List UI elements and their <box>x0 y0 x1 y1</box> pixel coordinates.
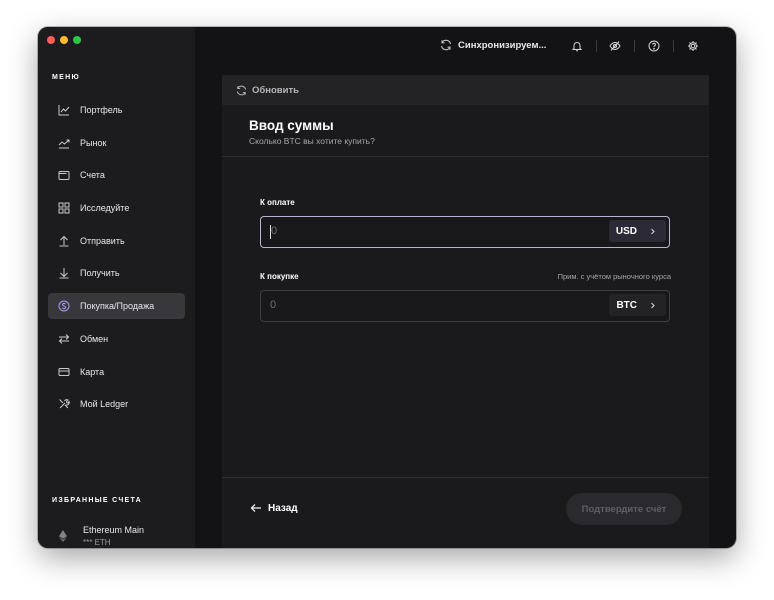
arrow-left-icon <box>250 504 261 512</box>
eye-off-icon[interactable] <box>609 39 621 51</box>
sidebar-item-label: Портфель <box>80 105 123 115</box>
ethereum-icon <box>56 529 70 543</box>
buy-panel: Обновить Ввод суммы Сколько BTC вы хотит… <box>222 75 709 548</box>
pay-amount-value: 0 <box>271 225 278 237</box>
arrow-up-icon <box>58 235 70 247</box>
sidebar-item-my-ledger[interactable]: Мой Ledger <box>48 391 185 417</box>
topbar-separator <box>673 40 674 52</box>
sidebar-item-market[interactable]: Рынок <box>48 130 185 156</box>
sidebar-item-accounts[interactable]: Счета <box>48 162 185 188</box>
receive-hint: Прим. с учётом рыночного курса <box>557 272 671 281</box>
top-bar: Синхронизируем... <box>195 27 736 67</box>
gear-icon[interactable] <box>687 39 699 51</box>
chevron-right-icon <box>651 228 655 234</box>
receive-label: К покупке <box>260 272 299 281</box>
sidebar-item-buy-sell[interactable]: Покупка/Продажа <box>48 293 185 320</box>
receive-currency-select[interactable]: BTC <box>609 294 666 316</box>
sync-icon <box>440 39 452 51</box>
sidebar-item-label: Рынок <box>80 137 107 148</box>
back-button[interactable]: Назад <box>250 502 298 514</box>
refresh-button[interactable]: Обновить <box>222 75 709 105</box>
wallet-icon <box>58 169 70 181</box>
chart-line-icon <box>58 104 70 116</box>
receive-amount-field[interactable]: 0 BTC <box>260 290 670 322</box>
grid-icon <box>58 202 70 214</box>
back-label: Назад <box>268 502 298 514</box>
pay-currency-select[interactable]: USD <box>608 220 666 242</box>
tools-icon <box>58 398 70 410</box>
receive-amount-value: 0 <box>270 299 277 311</box>
refresh-label: Обновить <box>252 84 299 96</box>
sidebar-item-card[interactable]: Карта <box>48 359 185 385</box>
sidebar-item-receive[interactable]: Получить <box>48 260 185 286</box>
header-divider <box>222 156 709 157</box>
sidebar-item-label: Отправить <box>80 235 125 246</box>
confirm-button[interactable]: Подтвердите счёт <box>566 493 682 525</box>
pay-amount-field[interactable]: 0 USD <box>260 216 670 248</box>
help-icon[interactable] <box>648 39 660 52</box>
topbar-separator <box>634 40 635 52</box>
sidebar-item-portfolio[interactable]: Портфель <box>48 97 185 123</box>
sidebar-item-discover[interactable]: Исследуйте <box>48 195 185 221</box>
sidebar-item-label: Покупка/Продажа <box>80 301 155 312</box>
window-controls <box>47 36 81 44</box>
maximize-window-button[interactable] <box>73 36 81 44</box>
sidebar-item-label: Обмен <box>80 333 109 344</box>
footer-divider <box>222 477 709 478</box>
favorite-account-balance: *** ETH <box>83 538 111 547</box>
sidebar-item-label: Исследуйте <box>80 203 130 214</box>
arrow-down-icon <box>58 267 70 279</box>
dollar-coin-icon <box>58 300 70 312</box>
receive-currency-label: BTC <box>616 299 637 311</box>
topbar-separator <box>596 40 597 52</box>
trend-icon <box>58 137 70 149</box>
pay-currency-label: USD <box>615 225 637 237</box>
sync-label: Синхронизируем... <box>458 39 547 51</box>
sidebar-item-swap[interactable]: Обмен <box>48 326 185 352</box>
favorites-title: ИЗБРАННЫЕ СЧЕТА <box>52 497 142 504</box>
pay-label: К оплате <box>260 198 295 207</box>
close-window-button[interactable] <box>47 36 55 44</box>
page-title: Ввод суммы <box>249 118 334 133</box>
sidebar-nav: Портфель Рынок Счета Исследуйте Отправит… <box>48 97 185 424</box>
sidebar-item-send[interactable]: Отправить <box>48 228 185 254</box>
swap-icon <box>58 333 70 345</box>
favorite-account-name: Ethereum Main <box>83 525 145 535</box>
sidebar-item-label: Карта <box>80 366 105 377</box>
menu-title: МЕНЮ <box>52 74 80 81</box>
chevron-right-icon <box>651 302 655 308</box>
favorite-account[interactable]: Ethereum Main *** ETH <box>56 525 144 547</box>
app-window: МЕНЮ Портфель Рынок Счета Исследуйте Отп… <box>38 27 736 548</box>
refresh-icon <box>236 85 247 95</box>
sync-status[interactable]: Синхронизируем... <box>440 39 546 51</box>
sidebar: МЕНЮ Портфель Рынок Счета Исследуйте Отп… <box>38 27 195 548</box>
sidebar-item-label: Мой Ledger <box>80 399 129 410</box>
bell-icon[interactable] <box>571 39 583 52</box>
sidebar-item-label: Получить <box>80 268 120 279</box>
card-icon <box>58 366 70 378</box>
sidebar-item-label: Счета <box>80 170 105 181</box>
minimize-window-button[interactable] <box>60 36 68 44</box>
page-subtitle: Сколько BTC вы хотите купить? <box>249 136 375 146</box>
